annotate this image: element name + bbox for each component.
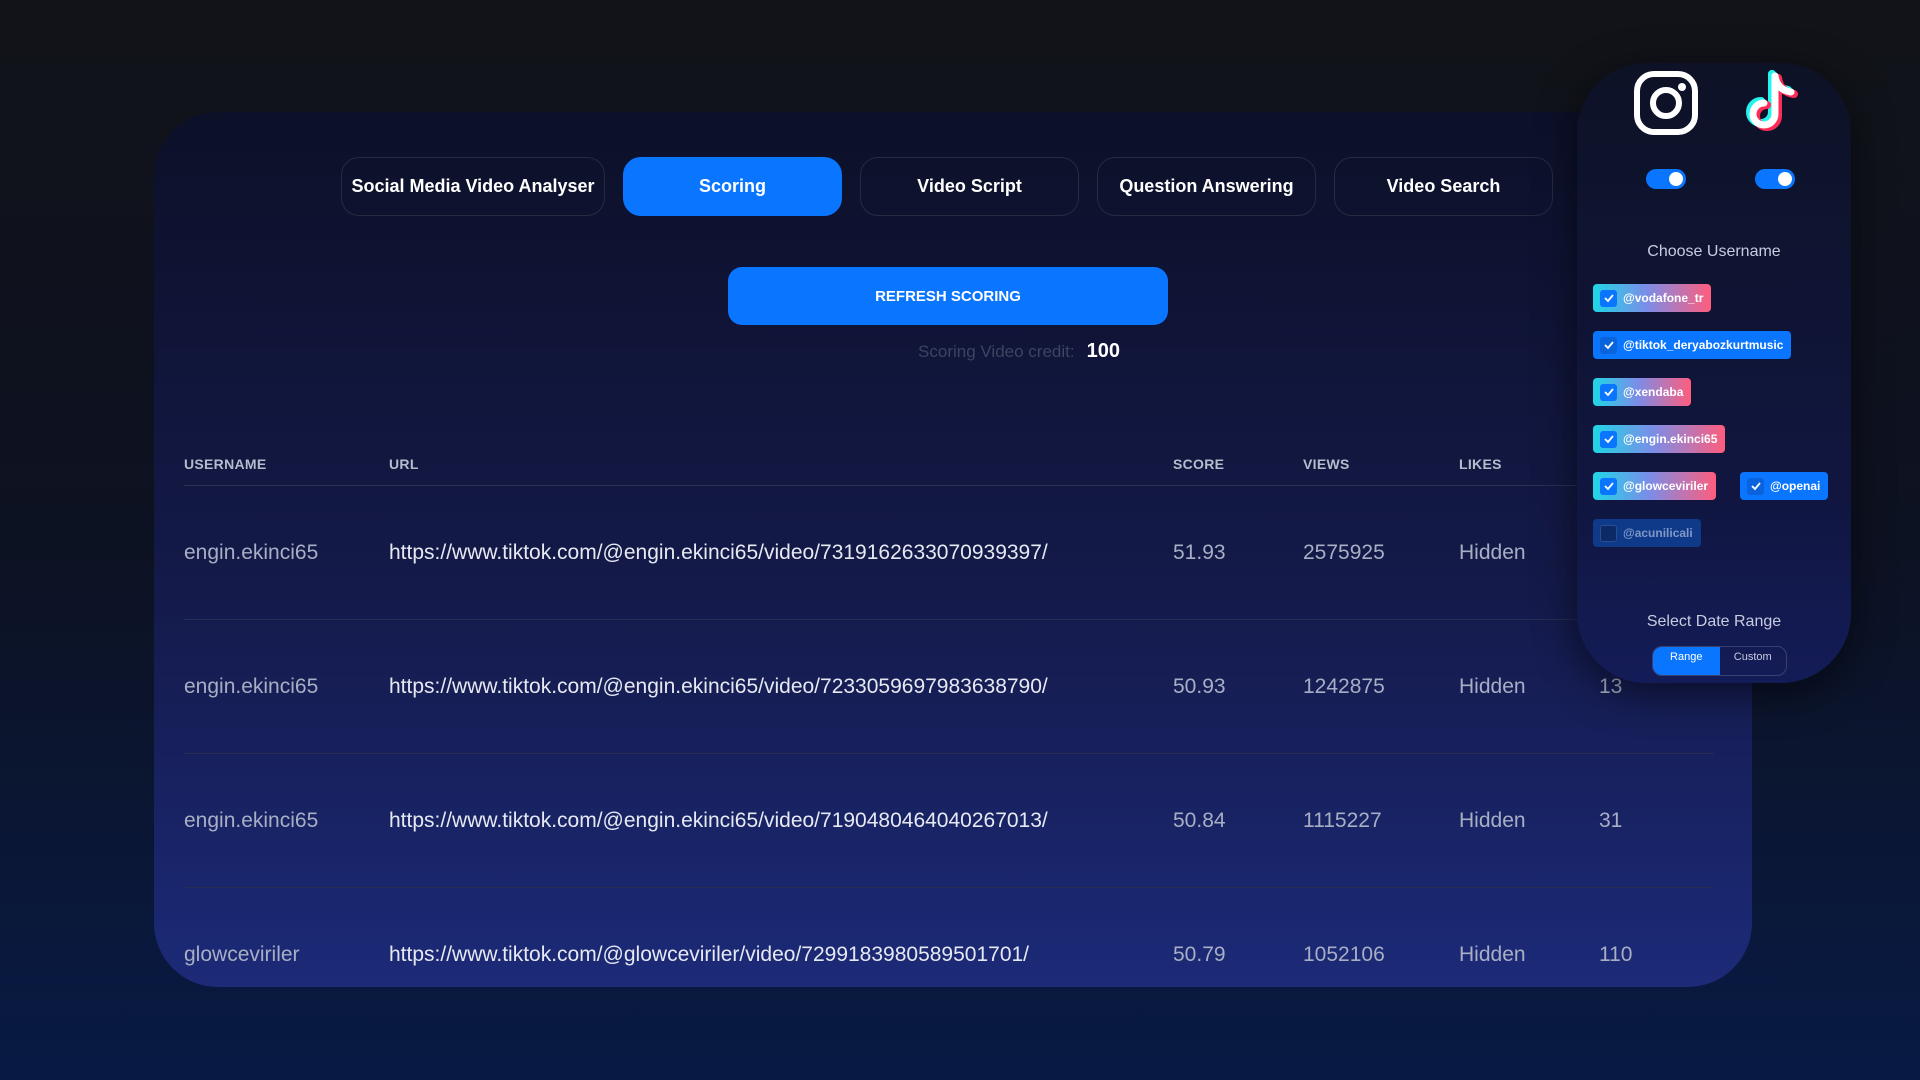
date-range-toggle: Range Custom	[1652, 646, 1787, 676]
checkbox-checked-icon	[1600, 336, 1617, 354]
cell-url[interactable]: https://www.tiktok.com/@glowceviriler/vi…	[389, 943, 1173, 967]
checkbox-checked-icon	[1600, 477, 1617, 495]
cell-score: 50.79	[1173, 943, 1226, 966]
header-username[interactable]: USERNAME	[184, 456, 389, 472]
chip-label: @acunilicali	[1623, 526, 1693, 540]
date-option-range[interactable]: Range	[1653, 647, 1720, 675]
tab-social-media-video-analyser[interactable]: Social Media Video Analyser	[341, 157, 605, 216]
chip-label: @openai	[1770, 479, 1821, 493]
cell-likes: Hidden	[1459, 808, 1526, 832]
scoring-table: USERNAME URL SCORE VIEWS LIKES engin.eki…	[184, 442, 1714, 987]
scoring-credit: Scoring Video credit: 100	[154, 340, 1752, 363]
header-url[interactable]: URL	[389, 456, 1173, 472]
chip-label: @glowceviriler	[1623, 479, 1709, 493]
header-views[interactable]: VIEWS	[1303, 456, 1459, 472]
header-score[interactable]: SCORE	[1173, 456, 1303, 472]
cell-views: 1242875	[1303, 674, 1385, 698]
cell-username: glowceviriler	[184, 943, 300, 966]
cell-views: 1052106	[1303, 943, 1385, 966]
tab-video-search[interactable]: Video Search	[1334, 157, 1553, 216]
table-row[interactable]: glowceviriler https://www.tiktok.com/@gl…	[184, 888, 1714, 987]
table-row[interactable]: engin.ekinci65 https://www.tiktok.com/@e…	[184, 620, 1714, 754]
checkbox-checked-icon	[1600, 430, 1617, 448]
checkbox-unchecked-icon	[1600, 524, 1617, 542]
cell-url[interactable]: https://www.tiktok.com/@engin.ekinci65/v…	[389, 541, 1173, 565]
chip-label: @vodafone_tr	[1623, 291, 1704, 305]
checkbox-checked-icon	[1600, 289, 1617, 307]
cell-username: engin.ekinci65	[184, 540, 319, 564]
cell-username: engin.ekinci65	[184, 808, 319, 832]
username-chip-acunilicali[interactable]: @acunilicali	[1593, 519, 1701, 547]
cell-views: 2575925	[1303, 540, 1385, 564]
username-chip-openai[interactable]: @openai	[1740, 472, 1829, 500]
tab-question-answering[interactable]: Question Answering	[1097, 157, 1316, 216]
filter-panel: Choose Username @vodafone_tr @tiktok_der…	[1577, 63, 1851, 683]
checkbox-checked-icon	[1747, 477, 1764, 495]
instagram-icon[interactable]	[1631, 68, 1701, 138]
checkbox-checked-icon	[1600, 383, 1617, 401]
username-chip-vodafone[interactable]: @vodafone_tr	[1593, 284, 1712, 312]
credit-label: Scoring Video credit:	[918, 342, 1075, 361]
username-chip-glowceviriler[interactable]: @glowceviriler	[1593, 472, 1717, 500]
cell-score: 50.84	[1173, 808, 1226, 832]
date-range-title: Select Date Range	[1646, 613, 1782, 630]
cell-url[interactable]: https://www.tiktok.com/@engin.ekinci65/v…	[389, 809, 1173, 833]
cell-views: 1115227	[1303, 808, 1382, 832]
cell-score: 50.93	[1173, 674, 1226, 698]
username-chip-tiktok-deryabozkurtmusic[interactable]: @tiktok_deryabozkurtmusic	[1593, 331, 1792, 359]
cell-likes: Hidden	[1459, 674, 1526, 698]
chip-label: @tiktok_deryabozkurtmusic	[1623, 338, 1784, 352]
refresh-scoring-button[interactable]: REFRESH SCORING	[728, 267, 1168, 325]
table-row[interactable]: engin.ekinci65 https://www.tiktok.com/@e…	[184, 486, 1714, 620]
cell-score: 51.93	[1173, 540, 1226, 564]
cell-extra: 110	[1599, 943, 1633, 966]
chip-label: @engin.ekinci65	[1623, 432, 1718, 446]
username-chip-engin-ekinci65[interactable]: @engin.ekinci65	[1593, 425, 1726, 453]
table-header: USERNAME URL SCORE VIEWS LIKES	[184, 442, 1714, 486]
tab-scoring[interactable]: Scoring	[623, 157, 842, 216]
chip-label: @xendaba	[1623, 385, 1684, 399]
cell-username: engin.ekinci65	[184, 674, 319, 698]
table-row[interactable]: engin.ekinci65 https://www.tiktok.com/@e…	[184, 754, 1714, 888]
tab-video-script[interactable]: Video Script	[860, 157, 1079, 216]
tiktok-toggle[interactable]	[1755, 169, 1795, 189]
tab-bar: Social Media Video Analyser Scoring Vide…	[341, 157, 1553, 216]
username-chip-xendaba[interactable]: @xendaba	[1593, 378, 1692, 406]
instagram-toggle[interactable]	[1646, 169, 1686, 189]
tiktok-icon[interactable]	[1737, 68, 1807, 138]
main-panel: Social Media Video Analyser Scoring Vide…	[154, 112, 1752, 987]
choose-username-title: Choose Username	[1647, 243, 1781, 260]
credit-value: 100	[1086, 340, 1120, 362]
cell-extra: 31	[1599, 808, 1623, 832]
cell-likes: Hidden	[1459, 943, 1526, 966]
date-option-custom[interactable]: Custom	[1720, 647, 1787, 675]
cell-url[interactable]: https://www.tiktok.com/@engin.ekinci65/v…	[389, 675, 1173, 699]
